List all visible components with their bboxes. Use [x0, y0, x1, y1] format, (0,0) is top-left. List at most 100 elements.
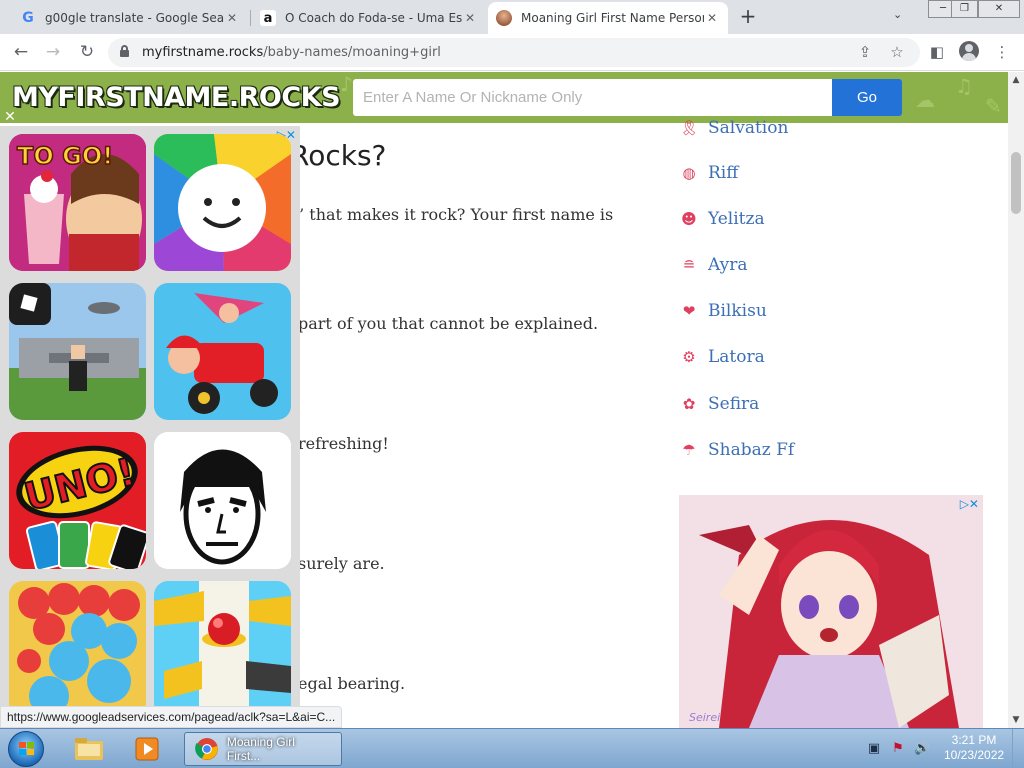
side-panel-icon[interactable]: ◧	[926, 41, 948, 63]
tab-title: O Coach do Foda-se - Uma Estra	[285, 11, 462, 25]
game-ad-overlay[interactable]: ▷✕ TO GO! UNO!	[0, 126, 300, 728]
lock-icon[interactable]	[120, 45, 129, 57]
game-tile-crowd-run[interactable]	[9, 581, 146, 718]
name-link-salvation[interactable]: 🎗 Salvation	[679, 116, 788, 140]
url-text[interactable]: myfirstname.rocks/baby-names/moaning+gir…	[142, 45, 441, 60]
helix-ball-icon	[154, 581, 291, 718]
media-player-icon	[135, 737, 159, 761]
name-link-shabaz-ff[interactable]: ☂ Shabaz Ff	[679, 438, 794, 462]
incredibox-face-icon	[154, 432, 291, 569]
show-desktop-button[interactable]	[1012, 729, 1024, 768]
game-tile-incredibox[interactable]	[154, 432, 291, 569]
clock-date: 10/23/2022	[944, 748, 1005, 762]
tab-title: Moaning Girl First Name Persona	[521, 11, 704, 25]
system-clock[interactable]: 3:21 PM 10/23/2022	[944, 733, 1004, 763]
game-tile-trivia[interactable]	[154, 134, 291, 271]
tile-text: TO GO!	[17, 142, 113, 170]
close-tab-icon[interactable]: ✕	[462, 11, 478, 25]
game-tile-to-go[interactable]: TO GO!	[9, 134, 146, 271]
to-go-game-icon: TO GO!	[9, 134, 146, 271]
paragraph-text: surely are.	[298, 554, 385, 573]
scroll-down-arrow-icon[interactable]: ▼	[1008, 712, 1024, 728]
game-tile-helix[interactable]	[154, 581, 291, 718]
burger-icon: ≘	[682, 256, 696, 274]
game-tile-mario-kart[interactable]	[154, 283, 291, 420]
anime-banner-ad[interactable]: ▷✕ Seirei	[679, 495, 983, 728]
tab-moaning-girl[interactable]: Moaning Girl First Name Persona ✕	[488, 2, 728, 34]
name-search-input[interactable]	[353, 79, 832, 116]
site-avatar-icon	[496, 10, 512, 26]
menu-dots-icon[interactable]: ⋮	[991, 41, 1013, 63]
name-link-yelitza[interactable]: ☻ Yelitza	[679, 207, 764, 231]
paragraph-text: egal bearing.	[298, 674, 406, 693]
volume-icon[interactable]: 🔊	[914, 741, 930, 757]
share-icon[interactable]: ⇪	[856, 43, 874, 61]
name-link-bilkisu[interactable]: ❤ Bilkisu	[679, 299, 767, 323]
start-button[interactable]	[8, 731, 44, 767]
name-link-ayra[interactable]: ≘ Ayra	[679, 253, 748, 277]
network-icon[interactable]: ▣	[866, 741, 882, 757]
google-g-icon: G	[22, 10, 34, 26]
uno-game-icon: UNO!	[9, 432, 146, 569]
tulip-icon: ✿	[682, 395, 696, 413]
restore-button[interactable]: ❐	[951, 0, 978, 18]
game-tile-roblox[interactable]	[9, 283, 146, 420]
media-player-button[interactable]	[124, 732, 170, 766]
go-button[interactable]: Go	[832, 79, 902, 116]
scroll-thumb[interactable]	[1011, 152, 1021, 214]
anime-girl-illustration	[679, 495, 983, 728]
page-scrollbar[interactable]: ▲ ▼	[1008, 72, 1024, 728]
name-link-riff[interactable]: ◍ Riff	[679, 161, 738, 185]
web-page: ♪ ☁ ♫ ✎ MYFIRSTNAME.ROCKS Go Rocks? g Gi…	[0, 72, 1008, 728]
ribbon-icon: 🎗	[679, 119, 699, 137]
action-center-flag-icon[interactable]: ⚑	[890, 741, 906, 757]
doodle-icon: ✎	[985, 94, 1002, 118]
tab-google-search[interactable]: G g00gle translate - Google Search ✕	[12, 2, 248, 34]
doodle-icon: ♪	[340, 72, 353, 96]
crowd-run-icon	[9, 581, 146, 718]
close-tab-icon[interactable]: ✕	[224, 11, 240, 25]
paragraph-text: part of you that cannot be explained.	[298, 314, 599, 333]
close-window-button[interactable]: ✕	[978, 0, 1020, 18]
back-arrow-icon[interactable]: ←	[10, 41, 32, 63]
close-ad-icon[interactable]: ✕	[2, 109, 18, 125]
tab-search-chevron-icon[interactable]: ⌄	[893, 8, 902, 21]
scroll-up-arrow-icon[interactable]: ▲	[1008, 72, 1024, 88]
address-bar[interactable]: myfirstname.rocks/baby-names/moaning+gir…	[108, 38, 920, 67]
taskbar-window-title: Moaning Girl First...	[226, 735, 295, 763]
mario-kart-icon	[154, 283, 291, 420]
tab-strip: G g00gle translate - Google Search ✕ a O…	[0, 0, 1024, 34]
name-link-latora[interactable]: ⚙ Latora	[679, 345, 765, 369]
site-header: ♪ ☁ ♫ ✎ MYFIRSTNAME.ROCKS Go	[0, 72, 1008, 123]
globe-icon: ◍	[682, 164, 696, 182]
paragraph-text: g Girl” that makes it rock? Your first n…	[250, 205, 614, 224]
motorcycle-icon: ⚙	[682, 348, 696, 366]
browser-toolbar: ← → ↻ myfirstname.rocks/baby-names/moani…	[0, 34, 1024, 71]
ad-brand-text: Seirei	[689, 711, 721, 724]
forward-arrow-icon[interactable]: →	[42, 41, 64, 63]
tab-coach-foda-se[interactable]: a O Coach do Foda-se - Uma Estra ✕	[252, 2, 486, 34]
ad-choices-icon[interactable]: ▷✕	[960, 497, 979, 511]
profile-avatar[interactable]	[959, 41, 979, 61]
new-tab-button[interactable]: +	[737, 5, 759, 27]
paragraph-text: refreshing!	[298, 434, 389, 453]
windows-flag-icon	[19, 742, 34, 756]
name-link-sefira[interactable]: ✿ Sefira	[679, 392, 760, 416]
doodle-icon: ♫	[955, 74, 973, 98]
file-explorer-button[interactable]	[66, 732, 112, 766]
tab-separator	[250, 10, 251, 26]
game-tile-uno[interactable]: UNO!	[9, 432, 146, 569]
umbrella-icon: ☂	[682, 441, 696, 459]
chrome-taskbar-button[interactable]: Moaning Girl First...	[184, 732, 342, 766]
amazon-a-icon: a	[260, 10, 276, 26]
site-logo[interactable]: MYFIRSTNAME.ROCKS	[12, 82, 341, 113]
folder-icon	[75, 738, 103, 760]
trivia-smile-icon	[154, 134, 291, 271]
roblox-game-icon	[9, 283, 146, 420]
close-tab-icon[interactable]: ✕	[704, 11, 720, 25]
link-status-bar: https://www.googleadservices.com/pagead/…	[0, 706, 343, 728]
reload-icon[interactable]: ↻	[76, 41, 98, 63]
tab-title: g00gle translate - Google Search	[45, 11, 224, 25]
bookmark-star-icon[interactable]: ☆	[888, 43, 906, 61]
windows-taskbar: Moaning Girl First... ▣ ⚑ 🔊 3:21 PM 10/2…	[0, 728, 1024, 768]
